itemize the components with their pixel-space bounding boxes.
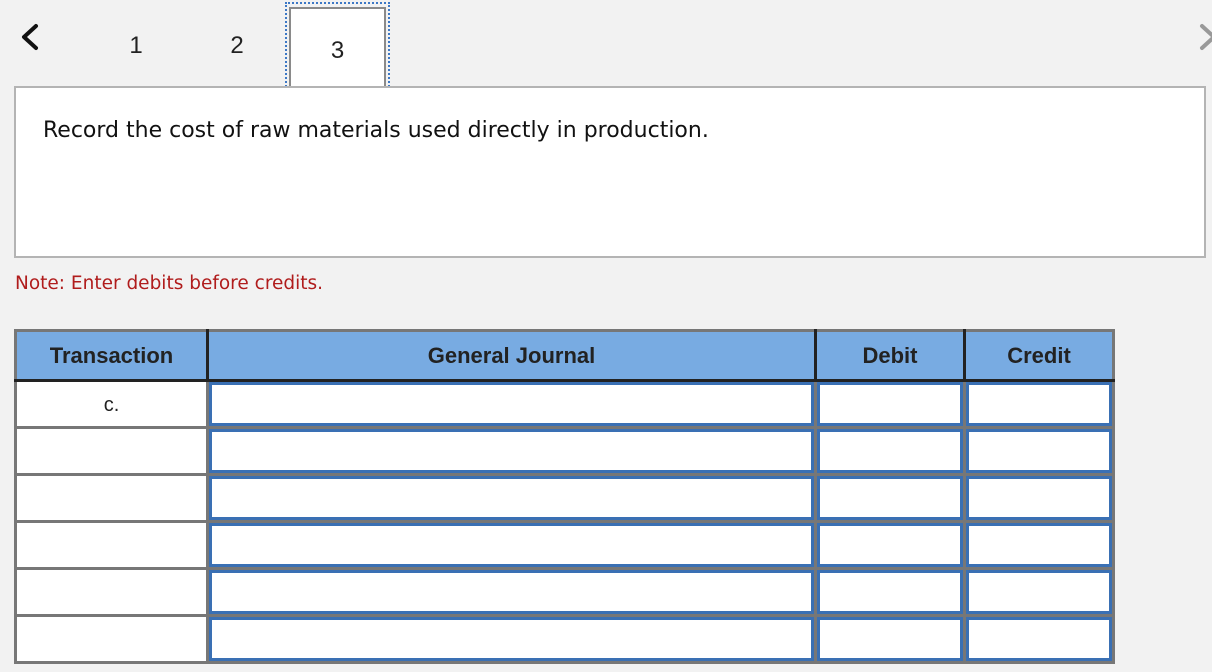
debit-cell [814,567,966,617]
debit-cell [814,426,966,476]
transaction-cell [14,520,209,570]
question-panel: Record the cost of raw materials used di… [14,86,1206,258]
tab-3-active[interactable]: 3 [285,2,390,92]
header-debit: Debit [815,330,966,382]
credit-cell [963,520,1115,570]
general-journal-table: Transaction General Journal Debit Credit… [14,329,1115,664]
next-button[interactable] [1198,20,1212,54]
table-row [14,473,1115,523]
transaction-cell [14,473,209,523]
credit-input[interactable] [966,429,1112,473]
question-text: Record the cost of raw materials used di… [43,118,709,143]
transaction-cell [14,614,209,664]
account-select[interactable] [209,476,814,520]
header-transaction: Transaction [15,330,209,382]
transaction-cell [14,567,209,617]
debit-input[interactable] [817,382,963,426]
table-row [14,520,1115,570]
table-header-row: Transaction General Journal Debit Credit [15,330,1114,382]
table-row [14,614,1115,664]
account-select[interactable] [209,429,814,473]
table-row: c. [14,379,1115,429]
debit-cell [814,520,966,570]
account-cell [206,379,817,429]
debit-input[interactable] [817,617,963,661]
account-cell [206,473,817,523]
transaction-cell [14,426,209,476]
account-select[interactable] [209,382,814,426]
transaction-cell: c. [14,379,209,429]
note-text: Note: Enter debits before credits. [15,273,324,294]
debit-input[interactable] [817,429,963,473]
credit-input[interactable] [966,382,1112,426]
account-select[interactable] [209,617,814,661]
debit-cell [814,473,966,523]
credit-input[interactable] [966,476,1112,520]
debit-cell [814,379,966,429]
account-select[interactable] [209,570,814,614]
credit-cell [963,614,1115,664]
credit-cell [963,567,1115,617]
credit-input[interactable] [966,617,1112,661]
table-row [14,567,1115,617]
previous-button[interactable] [16,20,46,54]
credit-cell [963,426,1115,476]
debit-input[interactable] [817,476,963,520]
credit-input[interactable] [966,523,1112,567]
chevron-left-icon [22,24,38,50]
header-credit: Credit [964,330,1114,382]
account-select[interactable] [209,523,814,567]
transaction-label: c. [103,394,120,416]
credit-input[interactable] [966,570,1112,614]
chevron-right-icon [1200,24,1212,50]
credit-cell [963,379,1115,429]
table-row [14,426,1115,476]
tab-2[interactable]: 2 [197,6,277,86]
account-cell [206,567,817,617]
header-general-journal: General Journal [207,330,817,382]
tab-3-label: 3 [289,7,386,92]
tab-1[interactable]: 1 [96,6,176,86]
debit-cell [814,614,966,664]
debit-input[interactable] [817,523,963,567]
account-cell [206,614,817,664]
account-cell [206,520,817,570]
credit-cell [963,473,1115,523]
debit-input[interactable] [817,570,963,614]
account-cell [206,426,817,476]
